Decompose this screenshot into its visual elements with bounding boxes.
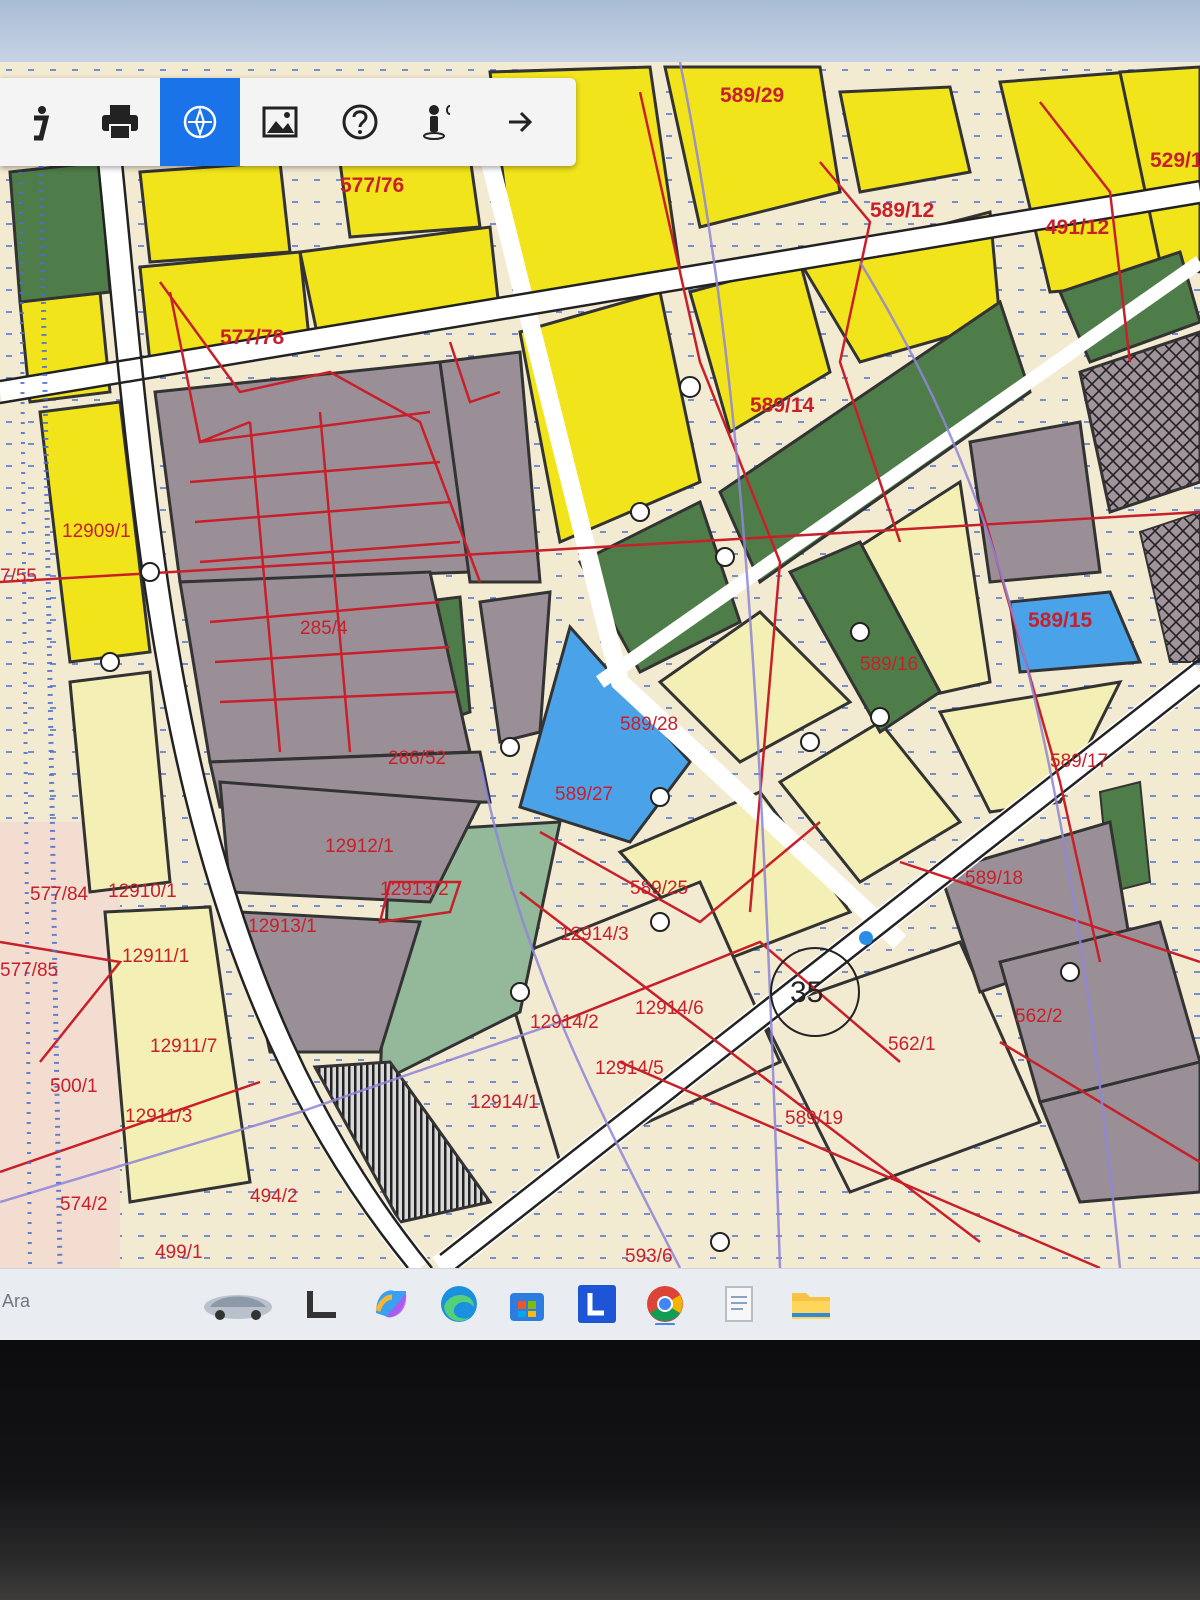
- print-button[interactable]: [80, 78, 160, 166]
- help-icon: [342, 104, 378, 140]
- copilot-icon[interactable]: [368, 1283, 414, 1325]
- store-icon[interactable]: [504, 1283, 550, 1325]
- parcel-label: 12914/2: [530, 1012, 599, 1033]
- parcel-label: 589/12: [870, 199, 934, 222]
- parcel-label: 12911/1: [122, 946, 189, 967]
- info-icon: [34, 106, 50, 141]
- parcel-label: 491/12: [1045, 216, 1109, 239]
- area-number-label: 35: [790, 976, 823, 1009]
- parcel-label: 529/1: [1150, 149, 1200, 172]
- parcel-label: 12909/1: [62, 521, 131, 542]
- parcel-label: 12914/5: [595, 1058, 664, 1079]
- parcel-label: 12911/3: [125, 1106, 192, 1127]
- parcel-label: 589/19: [785, 1108, 843, 1129]
- parcel-label: 589/29: [720, 84, 784, 107]
- parcel-label: 12913/1: [248, 916, 317, 937]
- parcel-label: 285/4: [300, 618, 348, 639]
- parcel-label: 7/55: [0, 566, 37, 587]
- parcel-label: 12914/6: [635, 998, 704, 1019]
- taskbar-search[interactable]: Ara: [2, 1291, 30, 1312]
- parcel-label: 589/15: [1028, 609, 1093, 632]
- parcel-label: 494/2: [250, 1186, 298, 1207]
- info-button[interactable]: [0, 78, 80, 166]
- parcel-label: 286/52: [388, 748, 446, 769]
- car-widget-icon[interactable]: [200, 1283, 276, 1325]
- parcel-label: 589/17: [1050, 751, 1108, 772]
- image-icon: [262, 106, 298, 138]
- parcel-label: 12912/1: [325, 836, 394, 857]
- chrome-icon[interactable]: [642, 1283, 688, 1325]
- parcel-label: 12910/1: [108, 881, 177, 902]
- parcel-label: 574/2: [60, 1194, 108, 1215]
- l-blue-app-icon[interactable]: [574, 1283, 620, 1325]
- l-app-icon[interactable]: [300, 1283, 346, 1325]
- parcel-label: 589/18: [965, 868, 1023, 889]
- streetview-button[interactable]: [400, 78, 480, 166]
- parcel-label: 577/84: [30, 884, 89, 905]
- parcel-label: 562/2: [1015, 1006, 1063, 1027]
- next-button[interactable]: [480, 78, 560, 166]
- parcel-label: 12913/2: [380, 879, 449, 900]
- parcel-label: 589/14: [750, 394, 815, 417]
- folder-icon[interactable]: [788, 1283, 834, 1325]
- window-top-edge: [0, 0, 1200, 62]
- document-icon[interactable]: [716, 1283, 762, 1325]
- parcel-label: 589/16: [860, 654, 918, 675]
- compass-button[interactable]: [160, 78, 240, 166]
- screen: 589/29 577/76 491/12 529/1 577/78 589/14…: [0, 0, 1200, 1340]
- map-toolbar: [0, 78, 576, 166]
- help-button[interactable]: [320, 78, 400, 166]
- parcel-label: 589/27: [555, 784, 613, 805]
- parcel-label: 577/85: [0, 960, 58, 981]
- compass-icon: [183, 105, 217, 139]
- parcel-label: 593/6: [625, 1246, 673, 1267]
- pegman-icon: [423, 105, 451, 140]
- parcel-label: 577/76: [340, 174, 404, 197]
- zoning-map[interactable]: 589/29 577/76 491/12 529/1 577/78 589/14…: [0, 62, 1200, 1268]
- cursor-dot: [859, 931, 873, 945]
- parcel-label: 500/1: [50, 1076, 98, 1097]
- parcel-label: 589/25: [630, 878, 688, 899]
- parcel-label: 12911/7: [150, 1036, 217, 1057]
- parcel-label: 562/1: [888, 1034, 936, 1055]
- parcel-label: 589/28: [620, 714, 678, 735]
- printer-icon: [102, 105, 138, 140]
- parcel-label: 577/78: [220, 326, 285, 349]
- taskbar: Ara: [0, 1268, 1200, 1340]
- image-button[interactable]: [240, 78, 320, 166]
- parcel-label: 12914/1: [470, 1092, 539, 1113]
- parcel-label: 12914/3: [560, 924, 629, 945]
- edge-icon[interactable]: [436, 1283, 482, 1325]
- arrow-right-icon: [509, 111, 533, 133]
- laptop-bezel: [0, 1340, 1200, 1600]
- parcel-label: 499/1: [155, 1242, 203, 1263]
